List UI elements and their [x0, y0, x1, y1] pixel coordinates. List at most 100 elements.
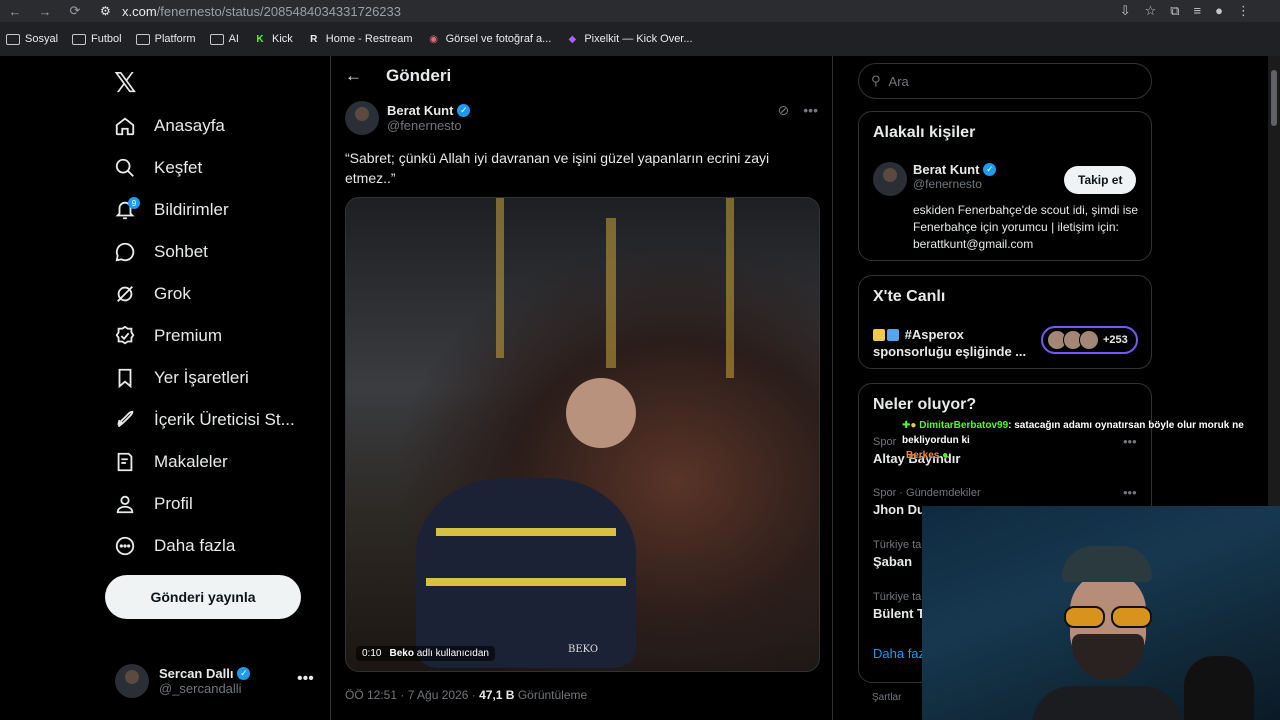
avatar — [1079, 330, 1099, 350]
yellow-square-icon — [873, 329, 885, 341]
browser-chrome: ← → ⟳ ⚙ x.com/fenernesto/status/20854840… — [0, 0, 1280, 56]
nav-notifications[interactable]: 9 Bildirimler — [114, 195, 229, 225]
nav-grok[interactable]: Grok — [114, 279, 191, 309]
video-timestamp: 0:10 Beko adlı kullanıcıdan — [356, 646, 495, 661]
stadium-stripe — [606, 218, 616, 368]
nav-explore[interactable]: Keşfet — [114, 153, 202, 183]
address-bar[interactable]: ← → ⟳ ⚙ x.com/fenernesto/status/20854840… — [0, 0, 1280, 22]
avatar[interactable] — [873, 162, 907, 196]
kick-icon: K — [256, 33, 264, 45]
more-dots-icon[interactable]: ••• — [803, 102, 818, 119]
bookmark-pixelkit[interactable]: ◆ Pixelkit — Kick Over... — [565, 33, 692, 45]
nav-home[interactable]: Anasayfa — [114, 111, 225, 141]
bookmarks-bar: Sosyal Futbol Platform AI K Kick R Home - … — [0, 26, 1280, 52]
scroll-thumb[interactable] — [1271, 70, 1277, 126]
stream-chat-overlay: ✚● DimitarBerbatov99: satacağın adamı oy… — [902, 420, 1244, 461]
ad-board-text: BEKO — [568, 644, 599, 655]
profile-avatar-icon[interactable]: ● — [1215, 3, 1223, 19]
streamer-figure — [1032, 546, 1182, 720]
microphone — [1184, 656, 1254, 720]
bookmark-restream[interactable]: R Home - Restream — [307, 33, 412, 45]
verified-icon: ✓ — [457, 104, 471, 117]
left-sidebar: 𝕏 Anasayfa Keşfet 9 Bildirimler Sohbet G… — [0, 56, 330, 720]
restream-icon: R — [310, 33, 318, 45]
verified-icon: ✓ — [983, 163, 997, 176]
live-listeners-pill[interactable]: +253 — [1041, 326, 1138, 354]
menu-dots-icon[interactable]: ⋮ — [1237, 3, 1250, 19]
footer-links[interactable]: Şartlar — [872, 692, 901, 703]
follow-button[interactable]: Takip et — [1064, 166, 1137, 194]
nav-more[interactable]: Daha fazla — [114, 531, 235, 561]
bookmark-platform[interactable]: Platform — [135, 33, 196, 45]
url-text[interactable]: x.com/fenernesto/status/2085484034331726… — [122, 4, 401, 19]
more-dots-icon[interactable]: ••• — [1123, 485, 1137, 500]
player-figure — [566, 378, 636, 448]
profile-icon — [114, 493, 136, 515]
back-arrow-icon[interactable]: ← — [345, 66, 362, 86]
reload-icon[interactable]: ⟳ — [60, 0, 90, 22]
x-logo-icon[interactable]: 𝕏 — [114, 66, 137, 99]
nav-creator-studio[interactable]: İçerik Üreticisi St... — [114, 405, 295, 435]
image-icon: ◉ — [429, 33, 438, 45]
show-more-link[interactable]: Daha faz — [873, 646, 925, 661]
stadium-stripe — [726, 198, 734, 378]
media-icon[interactable]: ≡ — [1194, 3, 1202, 19]
folder-icon — [209, 33, 224, 45]
folder-icon — [72, 33, 87, 45]
related-bio: eskiden Fenerbahçe'de scout idi, şimdi i… — [913, 203, 1139, 251]
live-card: X'te Canlı #Asperox sponsorluğu eşliğind… — [858, 275, 1152, 369]
webcam-overlay — [922, 506, 1280, 720]
more-dots-icon[interactable]: ••• — [297, 670, 314, 688]
article-icon — [114, 451, 136, 473]
related-people-card: Alakalı kişiler Berat Kunt ✓ @fenernesto … — [858, 111, 1152, 261]
search-icon — [114, 157, 136, 179]
folder-icon — [6, 33, 20, 45]
avatar[interactable] — [345, 101, 379, 135]
post-button[interactable]: Gönderi yayınla — [105, 575, 301, 619]
star-icon[interactable]: ☆ — [1145, 3, 1157, 19]
coin-icon: ● — [910, 420, 917, 431]
live-topic[interactable]: #Asperox sponsorluğu eşliğinde ... — [873, 326, 1033, 360]
page-title: Gönderi — [386, 66, 452, 85]
stadium-stripe — [496, 198, 504, 358]
forward-arrow-icon[interactable]: → — [30, 0, 60, 22]
notification-badge: 9 — [128, 197, 140, 209]
card-title: X'te Canlı — [873, 288, 946, 305]
nav-bookmarks[interactable]: Yer İşaretleri — [114, 363, 249, 393]
blue-square-icon — [887, 329, 899, 341]
verified-icon: ✓ — [237, 667, 251, 680]
install-app-icon[interactable]: ⇩ — [1120, 3, 1131, 19]
pixelkit-icon: ◆ — [568, 33, 577, 45]
green-dot-icon: ● — [942, 450, 949, 461]
nav-chat[interactable]: Sohbet — [114, 237, 208, 267]
home-icon — [114, 115, 136, 137]
bookmark-futbol[interactable]: Futbol — [72, 33, 122, 45]
trend-item[interactable]: Türkiye ta Şaban — [873, 539, 921, 569]
player-figure — [416, 478, 636, 668]
kit-stripe — [436, 528, 616, 536]
search-input[interactable]: ⚲ Ara — [858, 63, 1152, 99]
nav-premium[interactable]: Premium — [114, 321, 222, 351]
tweet-meta: ÖÖ 12:51 · 7 Ağu 2026 · 47,1 B Görüntüle… — [345, 688, 588, 702]
bookmark-gorsel[interactable]: ◉ Görsel ve fotoğraf a... — [427, 33, 551, 45]
premium-icon — [114, 325, 136, 347]
back-arrow-icon[interactable]: ← — [0, 0, 30, 22]
nav-articles[interactable]: Makaleler — [114, 447, 228, 477]
rocket-icon — [114, 409, 136, 431]
folder-icon — [135, 33, 150, 45]
account-switcher[interactable]: Sercan Dallı ✓ @_sercandalli ••• — [115, 664, 314, 698]
site-settings-icon[interactable]: ⚙ — [100, 4, 116, 18]
bookmark-sosyal[interactable]: Sosyal — [6, 33, 58, 45]
nav-profile[interactable]: Profil — [114, 489, 193, 519]
tweet-author[interactable]: Berat Kunt ✓ @fenernesto — [345, 101, 471, 135]
bookmark-ai[interactable]: AI — [209, 33, 239, 45]
tweet-text: “Sabret; çünkü Allah iyi davranan ve işi… — [345, 150, 770, 186]
related-person[interactable]: Berat Kunt ✓ @fenernesto — [873, 162, 997, 196]
trend-item[interactable]: Türkiye ta Bülent T — [873, 591, 925, 621]
bookmark-kick[interactable]: K Kick — [253, 33, 292, 45]
more-circle-icon — [114, 535, 136, 557]
extensions-icon[interactable]: ⧉ — [1170, 3, 1179, 19]
tweet-video[interactable]: 0:10 Beko adlı kullanıcıdan BEKO — [345, 197, 820, 672]
grok-icon[interactable]: ⊘ — [778, 102, 790, 119]
bell-icon: 9 — [114, 197, 140, 221]
